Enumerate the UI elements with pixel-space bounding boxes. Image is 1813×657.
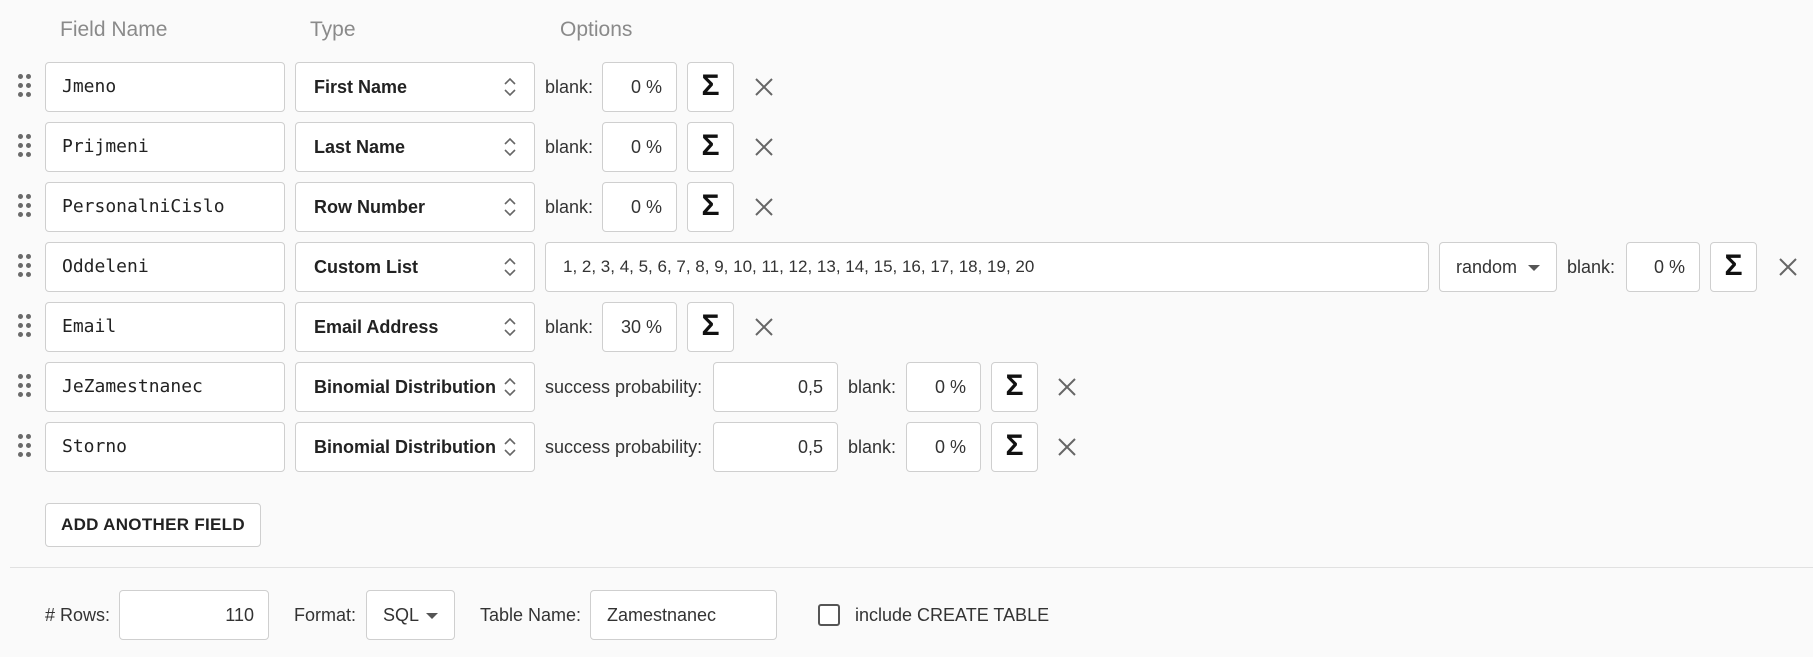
blank-percent-input[interactable]: 30 %: [602, 302, 677, 352]
drag-handle-icon[interactable]: [18, 194, 32, 220]
field-row: PersonalniCislo Row Number blank: 0 % Σ: [0, 182, 1813, 232]
header-options: Options: [560, 18, 633, 41]
success-probability-input[interactable]: 0,5: [713, 362, 838, 412]
close-icon[interactable]: [1052, 422, 1082, 472]
sigma-icon[interactable]: Σ: [687, 62, 734, 112]
blank-percent-input[interactable]: 0 %: [906, 422, 981, 472]
table-name-input[interactable]: Zamestnanec: [590, 590, 777, 640]
caret-down-icon: [426, 613, 438, 619]
sigma-icon[interactable]: Σ: [687, 122, 734, 172]
close-icon[interactable]: [749, 182, 779, 232]
field-name-input[interactable]: JeZamestnanec: [45, 362, 285, 412]
field-name-input[interactable]: PersonalniCislo: [45, 182, 285, 232]
blank-label: blank:: [848, 437, 897, 457]
close-icon[interactable]: [749, 62, 779, 112]
blank-label: blank:: [545, 137, 594, 157]
add-another-field-button[interactable]: ADD ANOTHER FIELD: [45, 503, 261, 547]
sigma-icon[interactable]: Σ: [991, 362, 1038, 412]
format-dropdown-label: SQL: [383, 605, 420, 625]
chevron-updown-icon: [504, 257, 516, 277]
rows-label: # Rows:: [45, 605, 111, 625]
table-name-label: Table Name:: [480, 605, 582, 625]
field-type-label: Custom List: [314, 257, 419, 277]
chevron-updown-icon: [504, 437, 516, 457]
header-field-name: Field Name: [60, 18, 168, 41]
blank-label: blank:: [1567, 257, 1616, 277]
field-row: Storno Binomial Distribution success pro…: [0, 422, 1813, 472]
field-name-input[interactable]: Prijmeni: [45, 122, 285, 172]
chevron-updown-icon: [504, 77, 516, 97]
success-probability-label: success probability:: [545, 437, 703, 457]
include-create-table-checkbox[interactable]: [818, 604, 840, 626]
drag-handle-icon[interactable]: [18, 134, 32, 160]
field-type-label: Row Number: [314, 197, 426, 217]
chevron-updown-icon: [504, 317, 516, 337]
blank-percent-input[interactable]: 0 %: [602, 182, 677, 232]
field-type-select[interactable]: Custom List: [295, 242, 535, 292]
drag-handle-icon[interactable]: [18, 374, 32, 400]
sigma-icon[interactable]: Σ: [687, 302, 734, 352]
blank-percent-input[interactable]: 0 %: [602, 62, 677, 112]
drag-handle-icon[interactable]: [18, 434, 32, 460]
field-name-input[interactable]: Oddeleni: [45, 242, 285, 292]
order-dropdown-label: random: [1456, 257, 1518, 277]
field-row: Email Email Address blank: 30 % Σ: [0, 302, 1813, 352]
field-name-input[interactable]: Email: [45, 302, 285, 352]
field-type-label: Last Name: [314, 137, 406, 157]
field-type-select[interactable]: Last Name: [295, 122, 535, 172]
sigma-icon[interactable]: Σ: [991, 422, 1038, 472]
field-type-select[interactable]: Binomial Distribution: [295, 362, 535, 412]
field-type-select[interactable]: Email Address: [295, 302, 535, 352]
rows-count-input[interactable]: 110: [119, 590, 269, 640]
field-type-label: Email Address: [314, 317, 439, 337]
chevron-updown-icon: [504, 197, 516, 217]
sigma-icon[interactable]: Σ: [1710, 242, 1757, 292]
blank-label: blank:: [848, 377, 897, 397]
field-row: Oddeleni Custom List 1, 2, 3, 4, 5, 6, 7…: [0, 242, 1813, 292]
field-row: JeZamestnanec Binomial Distribution succ…: [0, 362, 1813, 412]
caret-down-icon: [1528, 265, 1540, 271]
field-name-input[interactable]: Jmeno: [45, 62, 285, 112]
custom-list-values-input[interactable]: 1, 2, 3, 4, 5, 6, 7, 8, 9, 10, 11, 12, 1…: [545, 242, 1429, 292]
format-dropdown[interactable]: SQL: [366, 590, 455, 640]
chevron-updown-icon: [504, 137, 516, 157]
divider: [10, 567, 1813, 568]
blank-label: blank:: [545, 77, 594, 97]
order-dropdown[interactable]: random: [1439, 242, 1557, 292]
chevron-updown-icon: [504, 377, 516, 397]
include-create-table-label[interactable]: include CREATE TABLE: [855, 590, 1049, 640]
sigma-icon[interactable]: Σ: [687, 182, 734, 232]
success-probability-input[interactable]: 0,5: [713, 422, 838, 472]
success-probability-label: success probability:: [545, 377, 703, 397]
field-type-select[interactable]: First Name: [295, 62, 535, 112]
drag-handle-icon[interactable]: [18, 314, 32, 340]
close-icon[interactable]: [749, 122, 779, 172]
drag-handle-icon[interactable]: [18, 254, 32, 280]
field-type-select[interactable]: Binomial Distribution: [295, 422, 535, 472]
header-type: Type: [310, 18, 356, 41]
field-row: Prijmeni Last Name blank: 0 % Σ: [0, 122, 1813, 172]
field-type-label: First Name: [314, 77, 408, 97]
field-row: Jmeno First Name blank: 0 % Σ: [0, 62, 1813, 112]
blank-label: blank:: [545, 317, 594, 337]
field-type-select[interactable]: Row Number: [295, 182, 535, 232]
close-icon[interactable]: [749, 302, 779, 352]
blank-percent-input[interactable]: 0 %: [602, 122, 677, 172]
blank-label: blank:: [545, 197, 594, 217]
field-type-label: Binomial Distribution: [314, 437, 496, 457]
field-type-label: Binomial Distribution: [314, 377, 496, 397]
blank-percent-input[interactable]: 0 %: [1626, 242, 1700, 292]
blank-percent-input[interactable]: 0 %: [906, 362, 981, 412]
drag-handle-icon[interactable]: [18, 74, 32, 100]
close-icon[interactable]: [1052, 362, 1082, 412]
close-icon[interactable]: [1773, 242, 1803, 292]
field-name-input[interactable]: Storno: [45, 422, 285, 472]
format-label: Format:: [294, 605, 357, 625]
